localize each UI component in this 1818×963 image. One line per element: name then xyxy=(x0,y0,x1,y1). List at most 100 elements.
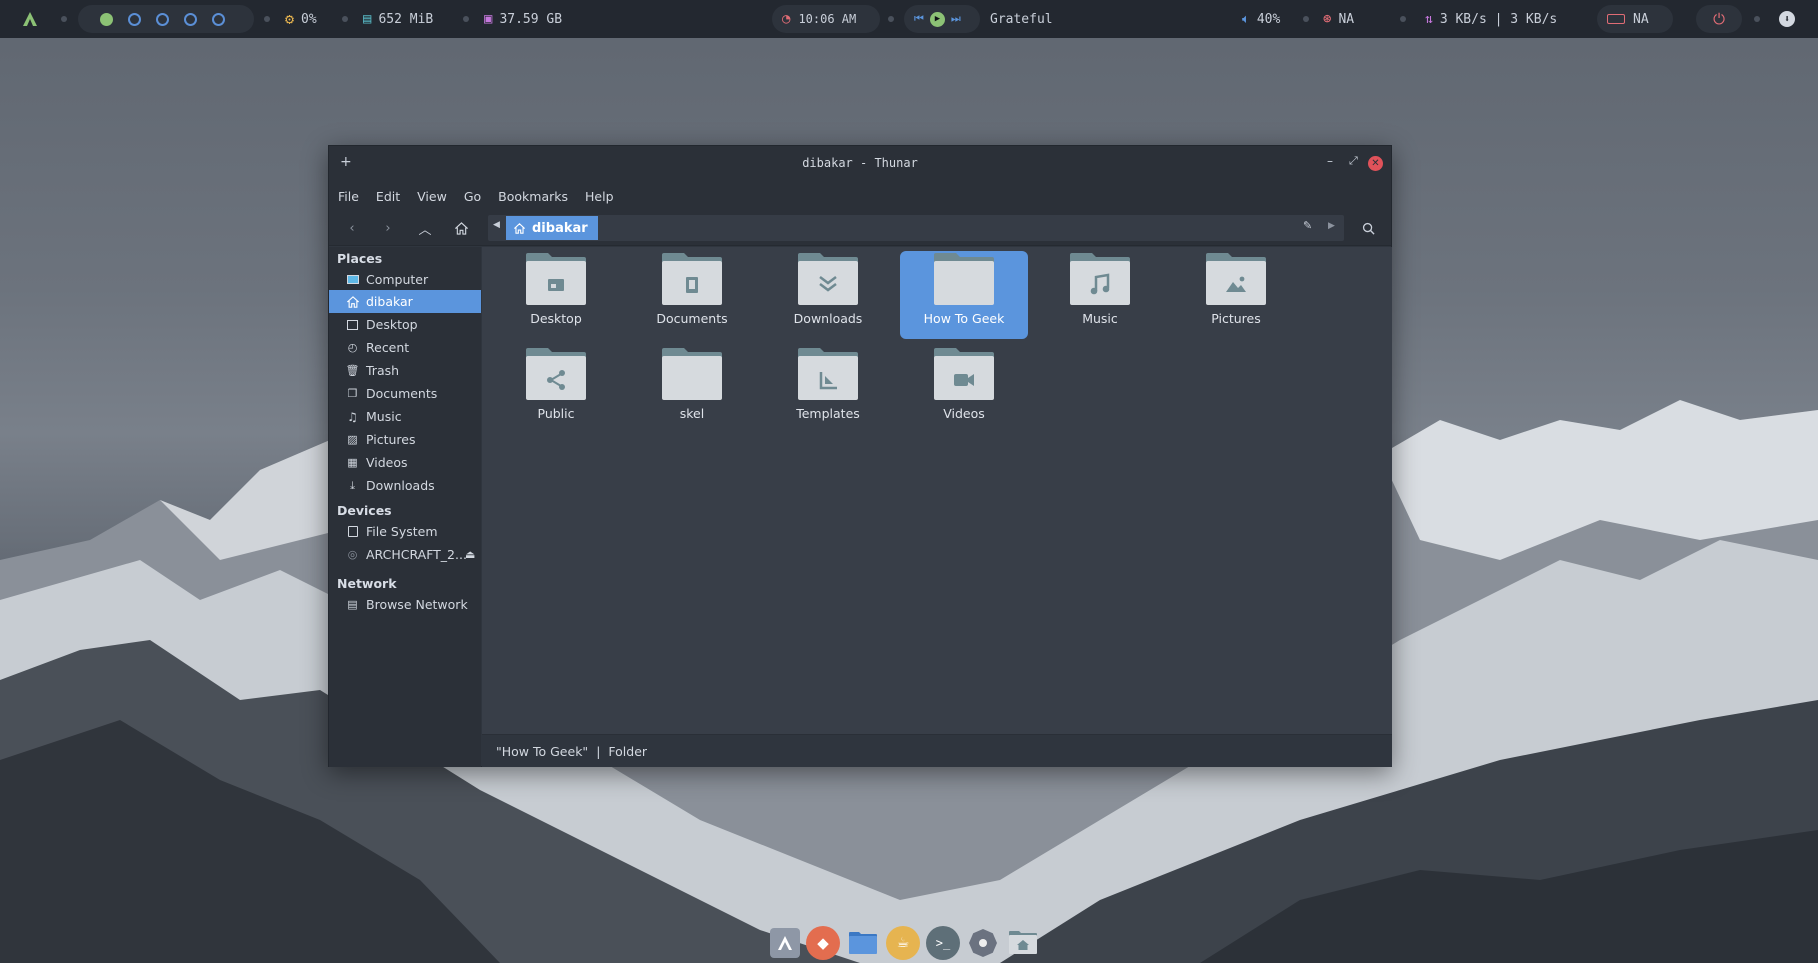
edit-location-icon[interactable]: ✎ xyxy=(1303,219,1312,232)
menu-bar: File Edit View Go Bookmarks Help xyxy=(329,182,1391,210)
archcraft-logo-icon xyxy=(778,936,792,950)
wifi-module[interactable]: ⊛ NA xyxy=(1323,5,1354,33)
chevron-right-icon: › xyxy=(385,220,391,236)
next-icon[interactable]: ⏭ xyxy=(951,12,961,26)
home-button[interactable] xyxy=(451,218,471,238)
status-type: Folder xyxy=(608,743,648,759)
forward-button[interactable]: › xyxy=(378,218,398,238)
breadcrumb-home[interactable]: dibakar xyxy=(506,216,598,240)
dock-files[interactable] xyxy=(846,926,880,960)
documents-icon: ❐ xyxy=(347,387,358,400)
cpu-value: 0% xyxy=(301,11,317,27)
media-controls: ⏮ ▶ ⏭ xyxy=(904,5,980,33)
dock-firefox[interactable]: ◆ xyxy=(806,926,840,960)
menu-go[interactable]: Go xyxy=(464,189,481,204)
battery-value: NA xyxy=(1633,11,1649,27)
sidebar-item-music[interactable]: ♫ Music xyxy=(329,405,481,428)
path-scroll-right-icon[interactable]: ▶ xyxy=(1328,221,1335,231)
dock-editor[interactable]: ☕︎ xyxy=(886,926,920,960)
clock-module[interactable]: ◔ 10:06 AM xyxy=(772,5,880,33)
file-view: Desktop Documents Downloads How To Geek … xyxy=(482,247,1392,734)
workspace-3[interactable] xyxy=(156,12,169,26)
workspace-5[interactable] xyxy=(212,12,225,26)
sidebar-item-archcraft[interactable]: ◎ ARCHCRAFT_2... ⏏ xyxy=(329,543,481,566)
folder-desktop[interactable]: Desktop xyxy=(492,251,620,339)
workspace-2[interactable] xyxy=(128,12,141,26)
folder-pictures[interactable]: Pictures xyxy=(1172,251,1300,339)
menu-bookmarks[interactable]: Bookmarks xyxy=(498,189,568,204)
play-icon[interactable]: ▶ xyxy=(929,11,945,27)
close-button[interactable]: ✕ xyxy=(1368,156,1383,171)
folder-how-to-geek[interactable]: How To Geek xyxy=(900,251,1028,339)
wifi-value: NA xyxy=(1338,11,1355,27)
back-button[interactable]: ‹ xyxy=(342,218,362,238)
folder-skel[interactable]: skel xyxy=(628,346,756,434)
workspace-switcher xyxy=(78,5,254,33)
dock-terminal[interactable]: >_ xyxy=(926,926,960,960)
desktop-icon xyxy=(346,318,359,331)
previous-icon[interactable]: ⏮ xyxy=(914,12,924,26)
home-icon xyxy=(454,221,468,235)
menu-edit[interactable]: Edit xyxy=(376,189,400,204)
search-icon xyxy=(1362,222,1375,235)
home-folder-icon xyxy=(1009,931,1037,954)
devices-heading: Devices xyxy=(337,503,392,518)
power-button[interactable]: ⏻ xyxy=(1696,5,1742,33)
updates-button[interactable]: ⬇ xyxy=(1779,5,1795,33)
menu-view[interactable]: View xyxy=(417,189,447,204)
path-scroll-left-icon[interactable]: ◀ xyxy=(493,220,500,230)
dock-archcraft[interactable] xyxy=(770,928,800,958)
computer-icon xyxy=(346,273,359,286)
folder-videos[interactable]: Videos xyxy=(900,346,1028,434)
search-button[interactable] xyxy=(1358,218,1378,238)
sidebar-item-videos[interactable]: ▦ Videos xyxy=(329,451,481,474)
places-heading: Places xyxy=(337,251,383,266)
clock-icon: ◔ xyxy=(782,11,791,27)
folder-documents-icon xyxy=(662,253,722,305)
sidebar-item-trash[interactable]: 🗑︎ Trash xyxy=(329,359,481,382)
dock-settings[interactable] xyxy=(966,926,1000,960)
menu-help[interactable]: Help xyxy=(585,189,614,204)
minimize-button[interactable]: – xyxy=(1327,154,1333,168)
launcher-button[interactable] xyxy=(22,5,38,33)
folder-public[interactable]: Public xyxy=(492,346,620,434)
folder-desktop-icon xyxy=(526,253,586,305)
terminal-icon: >_ xyxy=(935,936,951,950)
sidebar-item-downloads[interactable]: ⤓ Downloads xyxy=(329,474,481,497)
home-icon xyxy=(346,295,359,308)
folder-label: Desktop xyxy=(530,311,582,326)
home-icon xyxy=(514,222,525,234)
parent-folder-button[interactable]: ︿ xyxy=(415,218,435,238)
folder-downloads[interactable]: Downloads xyxy=(764,251,892,339)
downloads-icon: ⤓ xyxy=(350,478,355,492)
workspace-1[interactable] xyxy=(100,12,113,26)
menu-file[interactable]: File xyxy=(338,189,359,204)
volume-module[interactable]: 🔈︎ 40% xyxy=(1242,5,1280,33)
sidebar-item-pictures[interactable]: ▨ Pictures xyxy=(329,428,481,451)
folder-label: Videos xyxy=(943,406,985,421)
drive-icon xyxy=(346,525,359,538)
dock-home-folder[interactable] xyxy=(1006,926,1040,960)
folder-icon xyxy=(934,253,994,305)
workspace-4[interactable] xyxy=(184,12,197,26)
network-icon: ⇅ xyxy=(1425,11,1433,27)
sidebar-item-file-system[interactable]: File System xyxy=(329,520,481,543)
maximize-button[interactable]: ⤢ xyxy=(1349,154,1358,168)
fox-icon: ◆ xyxy=(817,934,829,952)
sidebar: Places Computer dibakar Desktop ◴ Recent … xyxy=(329,247,481,767)
eject-icon[interactable]: ⏏ xyxy=(465,548,475,561)
folder-templates[interactable]: Templates xyxy=(764,346,892,434)
network-heading: Network xyxy=(337,576,397,591)
sidebar-item-desktop[interactable]: Desktop xyxy=(329,313,481,336)
folder-public-icon xyxy=(526,348,586,400)
chevron-left-icon: ‹ xyxy=(349,220,355,236)
folder-documents[interactable]: Documents xyxy=(628,251,756,339)
sidebar-item-dibakar[interactable]: dibakar xyxy=(329,290,481,313)
sidebar-item-browse-network[interactable]: ▤ Browse Network xyxy=(329,593,481,616)
titlebar[interactable]: + dibakar - Thunar – ⤢ ✕ xyxy=(329,146,1391,182)
sidebar-item-computer[interactable]: Computer xyxy=(329,268,481,291)
folder-music[interactable]: Music xyxy=(1036,251,1164,339)
sidebar-item-recent[interactable]: ◴ Recent xyxy=(329,336,481,359)
path-bar: ◀ dibakar ✎ ▶ xyxy=(488,215,1344,241)
sidebar-item-documents[interactable]: ❐ Documents xyxy=(329,382,481,405)
